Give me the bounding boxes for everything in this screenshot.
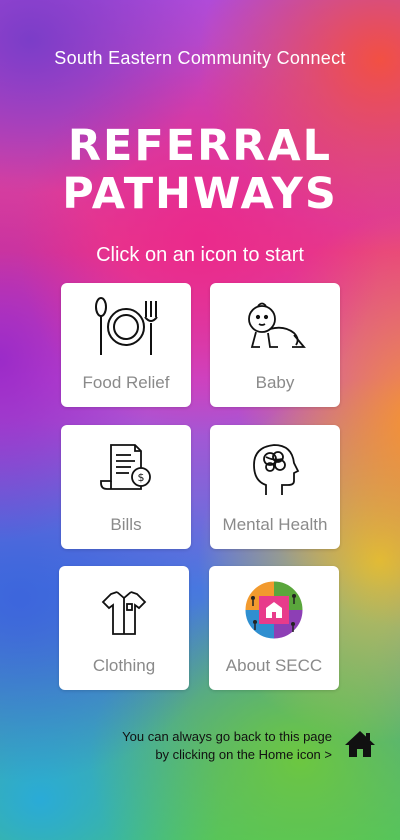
tile-label: Bills [110,515,142,534]
tile-label: Baby [255,373,295,392]
page-title-line1: REFERRAL [67,121,333,171]
home-hint-text: You can always go back to this page by c… [122,728,332,764]
tile-bills[interactable]: $ Bills [61,425,191,549]
tile-label: Clothing [92,656,156,675]
instruction-text: Click on an icon to start [96,244,304,266]
referral-pathways-page: South Eastern Community Connect REFERRAL… [0,0,400,840]
tile-label: Mental Health [222,515,328,534]
tile-label: About SECC [225,656,323,675]
home-button[interactable] [344,728,376,760]
organization-name: South Eastern Community Connect [54,48,346,68]
home-hint-line1: You can always go back to this page [122,729,332,744]
tile-baby[interactable]: Baby [210,283,340,407]
tile-label: Food Relief [82,373,170,392]
tile-about-secc[interactable]: About SECC [209,566,339,690]
svg-text:$: $ [138,471,145,484]
shirt-icon [59,578,189,642]
page-title: REFERRAL PATHWAYS [0,122,400,218]
tile-mental-health[interactable]: Mental Health [210,425,340,549]
brain-head-icon [210,437,340,501]
tile-clothing[interactable]: Clothing [59,566,189,690]
home-icon [345,731,375,757]
tile-food-relief[interactable]: Food Relief [61,283,191,407]
page-title-line2: PATHWAYS [62,169,338,219]
secc-logo-icon [209,578,339,642]
plate-cutlery-icon [61,295,191,359]
home-hint-line2: by clicking on the Home icon > [155,747,332,762]
baby-icon [210,295,340,359]
bill-icon: $ [61,437,191,501]
